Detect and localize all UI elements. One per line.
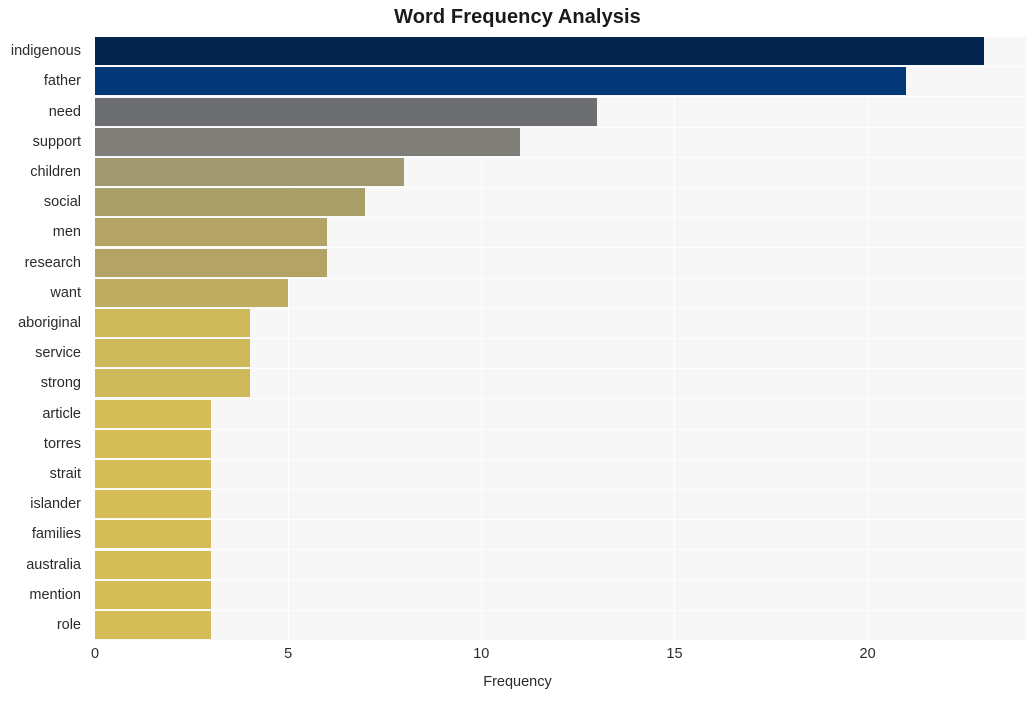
chart-title: Word Frequency Analysis (394, 6, 641, 28)
bar-indigenous (95, 37, 984, 66)
bar-row (95, 459, 1026, 488)
bar-torres (95, 429, 211, 458)
bar-row (95, 218, 1026, 247)
bar-row (95, 610, 1026, 639)
bar-need (95, 97, 598, 126)
bar-row (95, 580, 1026, 609)
bar-row (95, 399, 1026, 428)
bar-support (95, 127, 520, 156)
plot-area (95, 36, 1026, 640)
y-tick-label-research: research (24, 254, 81, 271)
y-tick-label-children: children (30, 163, 81, 180)
y-axis-labels: indigenous father need support children socia… (0, 36, 88, 640)
bar-row (95, 369, 1026, 398)
y-tick-label-mention: mention (29, 586, 81, 603)
bar-families (95, 520, 211, 549)
bar-row (95, 490, 1026, 519)
x-tick-label-20: 20 (859, 646, 876, 662)
y-tick-label-article: article (42, 405, 81, 422)
bar-row (95, 278, 1026, 307)
bar-row (95, 67, 1026, 96)
bar-row (95, 308, 1026, 337)
y-tick-label-support: support (32, 133, 81, 150)
bar-aboriginal (95, 308, 250, 337)
y-tick-label-father: father (43, 73, 81, 90)
y-tick-label-want: want (50, 284, 81, 301)
x-tick-label-0: 0 (90, 646, 100, 662)
bar-strait (95, 459, 211, 488)
bar-research (95, 248, 327, 277)
bar-row (95, 550, 1026, 579)
bar-row (95, 248, 1026, 277)
y-tick-label-aboriginal: aboriginal (18, 314, 81, 331)
x-axis-ticks: 0 5 10 15 20 (0, 646, 1035, 670)
bar-article (95, 399, 211, 428)
y-tick-label-strong: strong (40, 375, 81, 392)
y-tick-label-strait: strait (49, 465, 81, 482)
y-tick-label-role: role (56, 616, 81, 633)
bar-want (95, 278, 289, 307)
y-tick-label-men: men (52, 224, 81, 241)
bar-australia (95, 550, 211, 579)
x-tick-label-5: 5 (284, 646, 293, 662)
bar-row (95, 520, 1026, 549)
bar-islander (95, 490, 211, 519)
bar-mention (95, 580, 211, 609)
bar-row (95, 429, 1026, 458)
bar-men (95, 218, 327, 247)
x-tick-label-15: 15 (666, 646, 683, 662)
y-tick-label-islander: islander (30, 496, 81, 513)
bar-social (95, 188, 366, 217)
y-tick-label-torres: torres (43, 435, 81, 452)
x-tick-label-10: 10 (473, 646, 490, 662)
bar-children (95, 157, 405, 186)
y-tick-label-need: need (48, 103, 81, 120)
bar-row (95, 97, 1026, 126)
bar-row (95, 127, 1026, 156)
bar-row (95, 339, 1026, 368)
y-tick-label-indigenous: indigenous (10, 43, 81, 60)
bar-father (95, 67, 907, 96)
word-frequency-bar-chart: Word Frequency Analysis indigenous father… (0, 0, 1035, 701)
y-tick-label-australia: australia (26, 556, 81, 573)
bar-row (95, 188, 1026, 217)
bar-role (95, 610, 211, 639)
bar-service (95, 339, 250, 368)
bar-row (95, 37, 1026, 66)
x-axis-title: Frequency (483, 674, 552, 690)
y-tick-label-social: social (43, 194, 81, 211)
bar-row (95, 157, 1026, 186)
y-tick-label-families: families (31, 526, 81, 543)
bar-strong (95, 369, 250, 398)
y-tick-label-service: service (35, 345, 81, 362)
